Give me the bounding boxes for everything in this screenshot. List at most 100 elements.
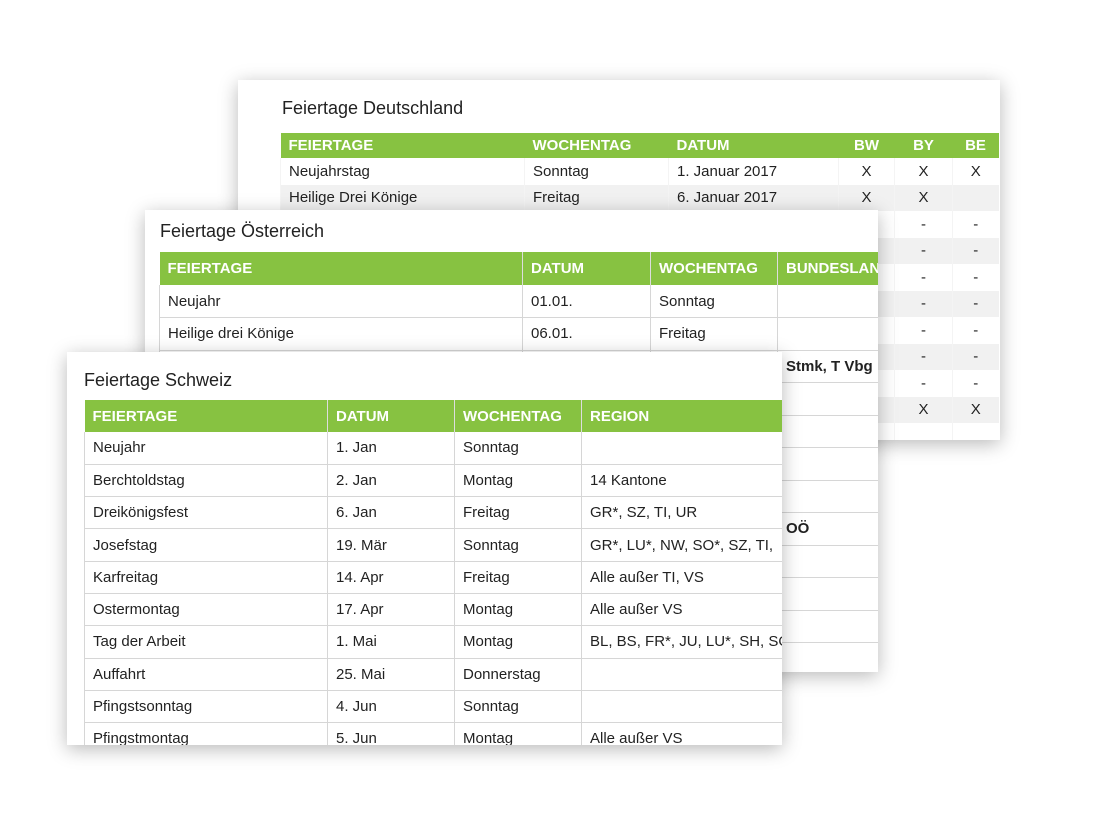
table-cell[interactable]: Montag xyxy=(454,593,582,627)
table-cell[interactable]: Pfingstsonntag xyxy=(84,690,328,724)
table-cell[interactable] xyxy=(777,317,878,351)
table-cell[interactable]: Heilige drei Könige xyxy=(159,317,523,351)
table-cell[interactable] xyxy=(777,610,878,643)
table-cell[interactable]: Neujahr xyxy=(159,285,523,318)
column-header[interactable]: WOCHENTAG xyxy=(454,400,582,432)
table-cell[interactable]: Josefstag xyxy=(84,528,328,562)
table-cell[interactable]: Sonntag xyxy=(524,158,669,185)
table-cell[interactable]: Heilige Drei Könige xyxy=(280,184,525,211)
table-cell[interactable]: 14. Apr xyxy=(327,561,455,594)
table-cell[interactable]: Montag xyxy=(454,464,582,498)
table-cell[interactable]: Freitag xyxy=(524,184,669,211)
column-header[interactable]: BE xyxy=(952,133,999,158)
table-cell[interactable]: - xyxy=(894,370,953,397)
table-cell[interactable]: 5. Jun xyxy=(327,722,455,745)
table-cell[interactable]: 25. Mai xyxy=(327,658,455,691)
table-cell[interactable]: - xyxy=(952,370,999,397)
table-cell[interactable]: - xyxy=(952,237,999,264)
table-cell[interactable]: Auffahrt xyxy=(84,658,328,691)
table-cell[interactable]: OÖ xyxy=(777,512,878,546)
table-cell[interactable]: 06.01. xyxy=(522,317,651,351)
column-header[interactable]: DATUM xyxy=(327,400,455,432)
table-cell[interactable]: 14 Kantone xyxy=(581,464,782,498)
table-cell[interactable]: 6. Januar 2017 xyxy=(668,184,839,211)
table-cell[interactable] xyxy=(581,658,782,691)
table-cell[interactable]: 4. Jun xyxy=(327,690,455,724)
column-header[interactable]: FEIERTAGE xyxy=(84,400,328,432)
table-cell[interactable]: X xyxy=(838,184,895,211)
table-cell[interactable]: Freitag xyxy=(454,561,582,594)
column-header[interactable]: FEIERTAGE xyxy=(159,252,523,285)
table-cell[interactable] xyxy=(777,642,878,672)
table-cell[interactable]: GR*, LU*, NW, SO*, SZ, TI, xyxy=(581,528,782,562)
table-cell[interactable]: X xyxy=(838,158,895,185)
table-cell[interactable]: 19. Mär xyxy=(327,528,455,562)
table-cell[interactable]: Alle außer VS xyxy=(581,593,782,627)
table-cell[interactable]: 17. Apr xyxy=(327,593,455,627)
table-cell[interactable]: Berchtoldstag xyxy=(84,464,328,498)
table-cell[interactable]: X xyxy=(894,396,953,423)
table-cell[interactable]: Dreikönigsfest xyxy=(84,496,328,530)
table-cell[interactable]: - xyxy=(894,211,953,238)
table-cell[interactable]: - xyxy=(894,343,953,370)
table-cell[interactable]: - xyxy=(952,343,999,370)
column-header[interactable]: DATUM xyxy=(668,133,839,158)
table-cell[interactable]: Sonntag xyxy=(454,528,582,562)
table-cell[interactable]: Neujahrstag xyxy=(280,158,525,185)
column-header[interactable]: BUNDESLAND xyxy=(777,252,878,285)
table-cell[interactable]: Pfingstmontag xyxy=(84,722,328,745)
table-cell[interactable]: Ostermontag xyxy=(84,593,328,627)
table-cell[interactable]: Stmk, T Vbg xyxy=(777,350,878,383)
table-cell[interactable]: 2. Jan xyxy=(327,464,455,498)
table-cell[interactable]: X xyxy=(952,396,999,423)
table-cell[interactable]: GR*, SZ, TI, UR xyxy=(581,496,782,530)
table-cell[interactable]: Alle außer TI, VS xyxy=(581,561,782,594)
table-cell[interactable]: Neujahr xyxy=(84,432,328,465)
column-header[interactable]: BY xyxy=(894,133,953,158)
table-cell[interactable]: Sonntag xyxy=(454,690,582,724)
table-cell[interactable] xyxy=(777,285,878,318)
table-cell[interactable]: BL, BS, FR*, JU, LU*, SH, SO xyxy=(581,625,782,659)
table-cell[interactable] xyxy=(894,423,953,440)
table-cell[interactable]: Karfreitag xyxy=(84,561,328,594)
table-cell[interactable]: 1. Mai xyxy=(327,625,455,659)
column-header[interactable]: WOCHENTAG xyxy=(650,252,778,285)
table-cell[interactable]: Tag der Arbeit xyxy=(84,625,328,659)
table-cell[interactable]: Sonntag xyxy=(454,432,582,465)
column-header[interactable]: FEIERTAGE xyxy=(280,133,525,158)
table-cell[interactable]: - xyxy=(894,237,953,264)
table-cell[interactable]: Alle außer VS xyxy=(581,722,782,745)
table-cell[interactable] xyxy=(777,480,878,513)
table-cell[interactable]: Freitag xyxy=(650,317,778,351)
table-cell[interactable]: - xyxy=(952,211,999,238)
column-header[interactable]: BW xyxy=(838,133,895,158)
table-cell[interactable]: - xyxy=(894,317,953,344)
table-cell[interactable]: - xyxy=(952,317,999,344)
table-cell[interactable] xyxy=(581,432,782,465)
table-cell[interactable]: Donnerstag xyxy=(454,658,582,691)
table-cell[interactable] xyxy=(777,415,878,448)
column-header[interactable]: DATUM xyxy=(522,252,651,285)
table-cell[interactable] xyxy=(581,690,782,724)
table-cell[interactable]: - xyxy=(952,264,999,291)
table-cell[interactable] xyxy=(777,577,878,611)
table-cell[interactable]: X xyxy=(894,158,953,185)
column-header[interactable]: WOCHENTAG xyxy=(524,133,669,158)
table-cell[interactable]: X xyxy=(894,184,953,211)
table-cell[interactable] xyxy=(777,545,878,578)
table-cell[interactable] xyxy=(777,447,878,481)
table-cell[interactable]: Montag xyxy=(454,625,582,659)
table-cell[interactable]: 1. Jan xyxy=(327,432,455,465)
table-cell[interactable]: - xyxy=(952,290,999,317)
table-cell[interactable]: - xyxy=(894,290,953,317)
table-cell[interactable]: 01.01. xyxy=(522,285,651,318)
table-cell[interactable]: Freitag xyxy=(454,496,582,530)
table-cell[interactable]: Montag xyxy=(454,722,582,745)
table-cell[interactable]: Sonntag xyxy=(650,285,778,318)
column-header[interactable]: REGION xyxy=(581,400,782,432)
table-cell[interactable]: X xyxy=(952,158,999,185)
table-cell[interactable]: 6. Jan xyxy=(327,496,455,530)
table-cell[interactable] xyxy=(952,184,999,211)
table-cell[interactable]: 1. Januar 2017 xyxy=(668,158,839,185)
table-cell[interactable] xyxy=(952,423,999,440)
